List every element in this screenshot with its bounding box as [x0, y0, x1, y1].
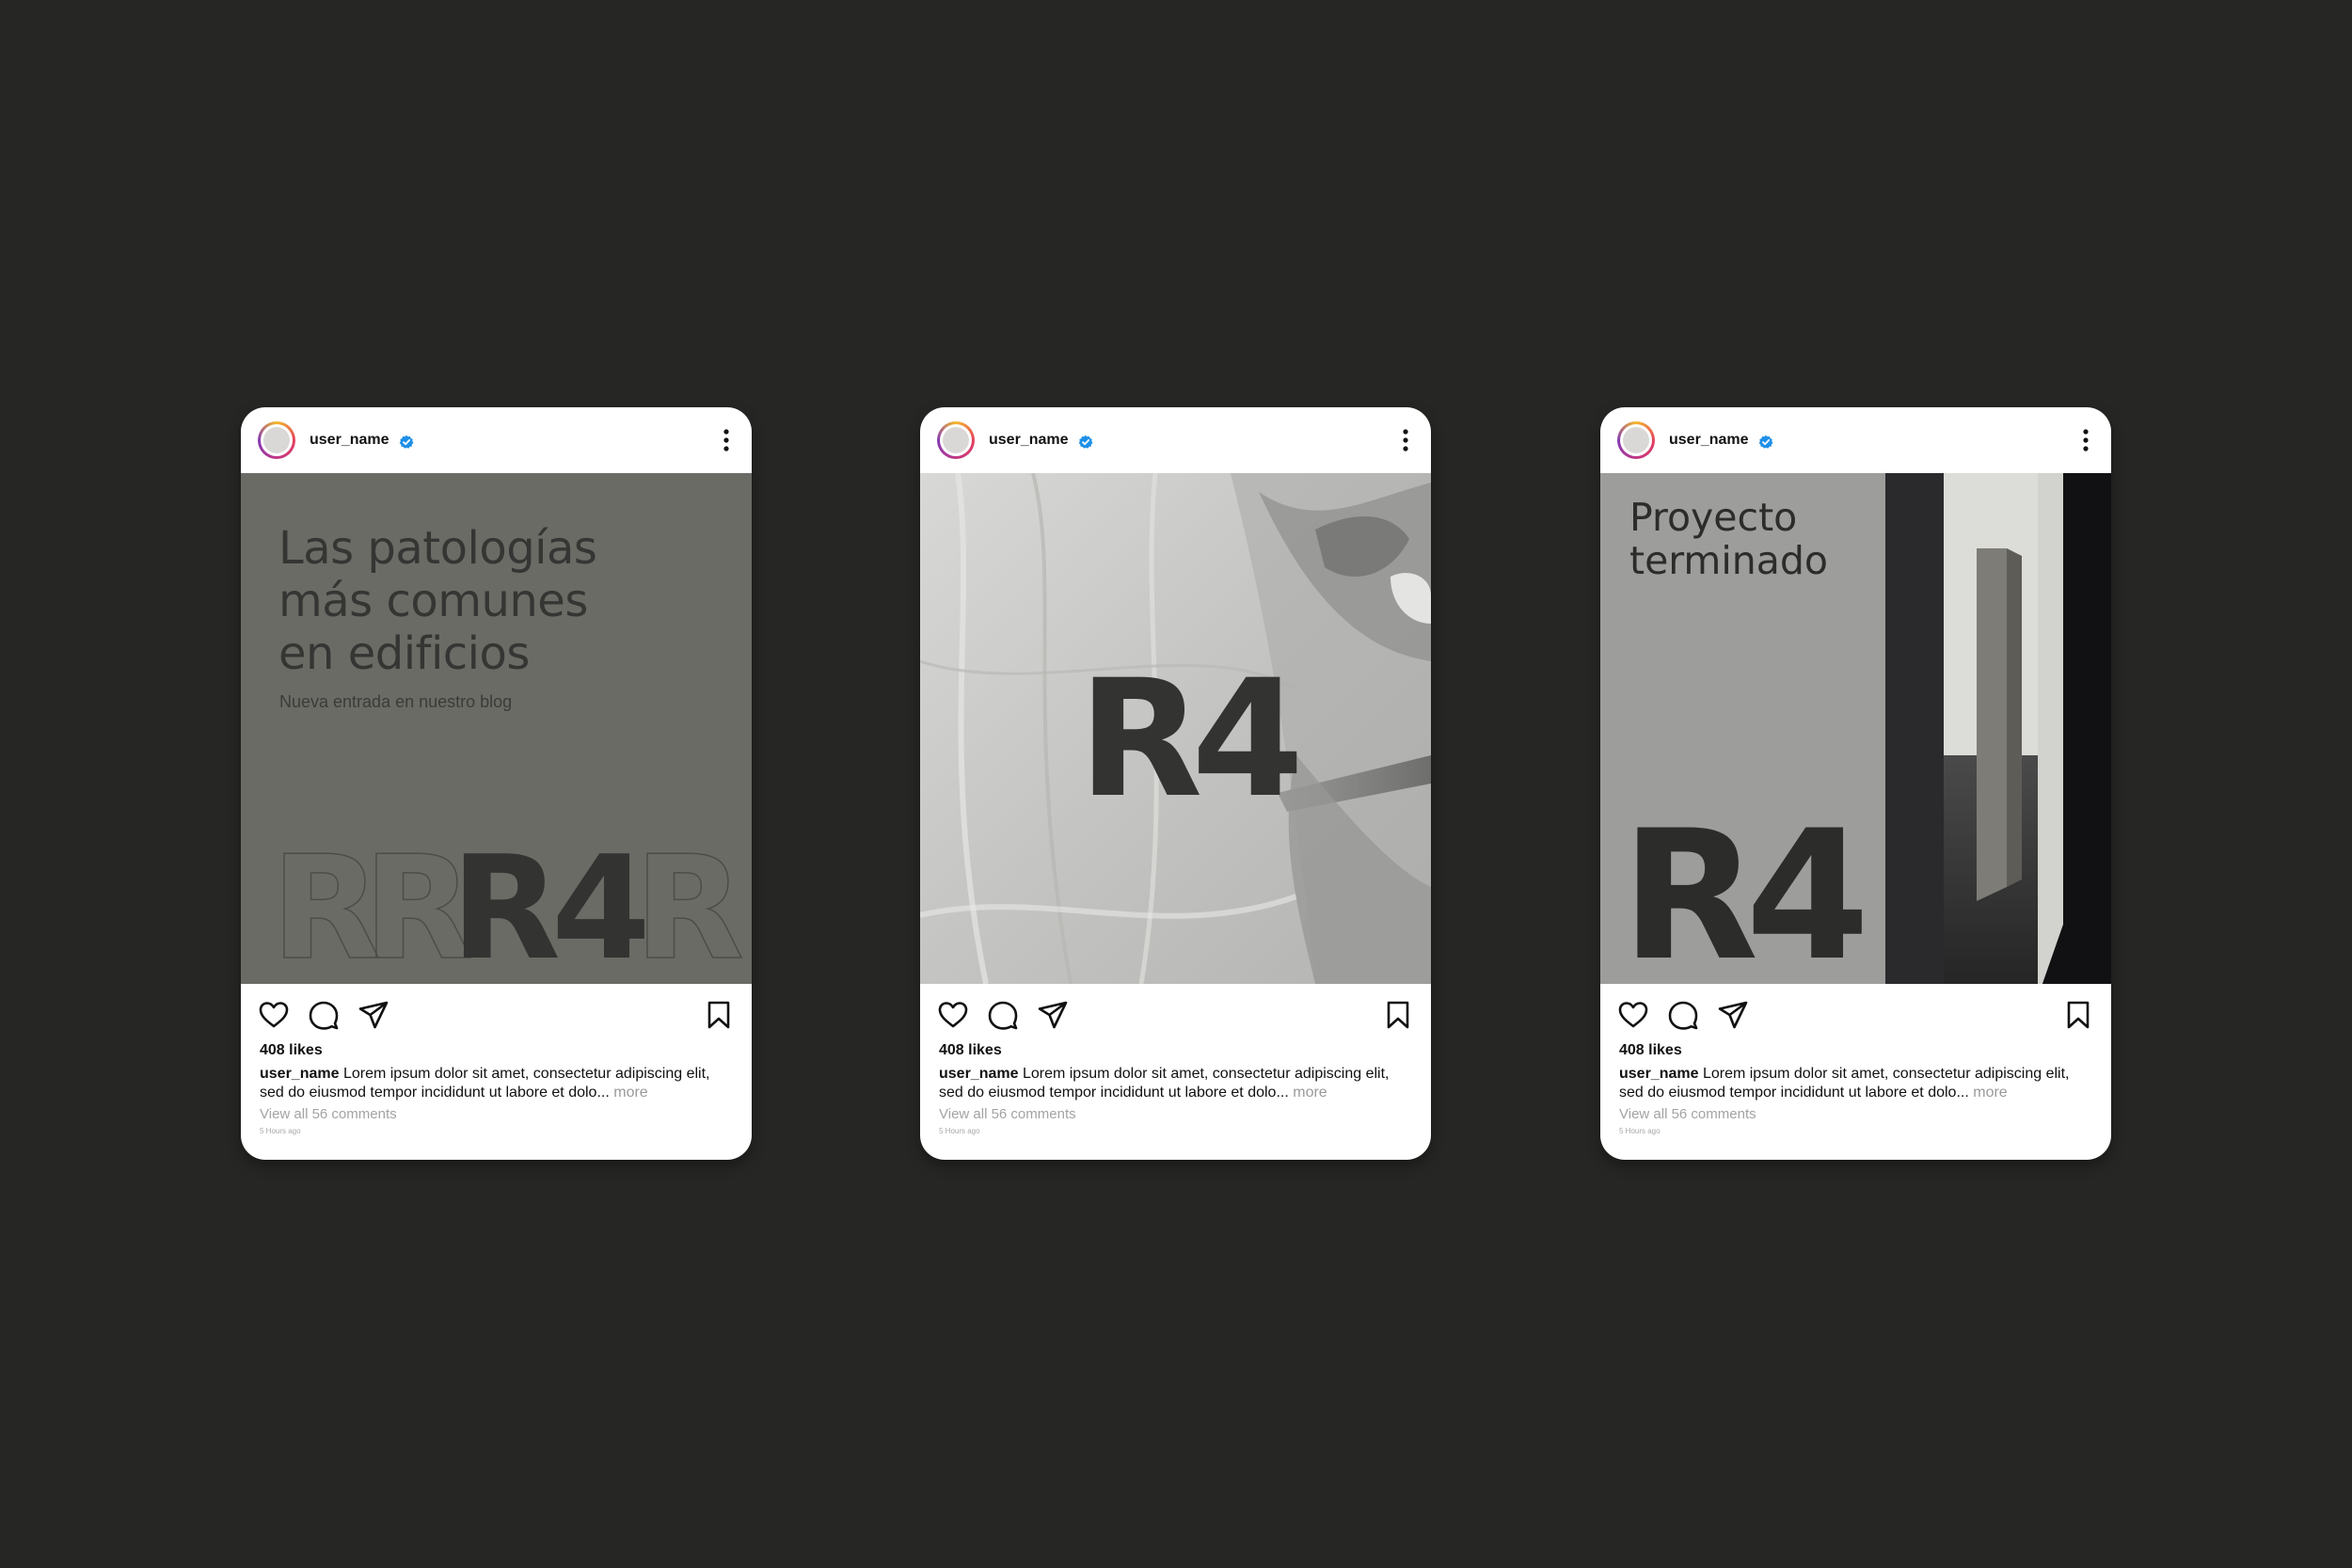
post-actions — [1600, 984, 2111, 1040]
interior-photo: R4 — [1621, 473, 2111, 984]
svg-text:R: R — [634, 825, 741, 984]
post-caption: user_name Lorem ipsum dolor sit amet, co… — [260, 1065, 735, 1102]
share-icon[interactable] — [358, 999, 389, 1031]
post-username[interactable]: user_name — [1669, 432, 1749, 449]
caption-username[interactable]: user_name — [939, 1066, 1019, 1082]
caption-username[interactable]: user_name — [260, 1066, 340, 1082]
comment-icon[interactable] — [987, 999, 1019, 1031]
post-username[interactable]: user_name — [989, 432, 1069, 449]
comment-icon[interactable] — [308, 999, 340, 1031]
verified-badge-icon — [1078, 435, 1093, 449]
r4-logo: R4 — [451, 825, 644, 984]
plaster-texture-photo: R4 — [920, 473, 1431, 984]
post-actions — [241, 984, 752, 1040]
bookmark-icon[interactable] — [703, 999, 735, 1031]
avatar[interactable] — [258, 421, 295, 459]
likes-count: 408 likes — [939, 1042, 1002, 1058]
likes-count: 408 likes — [260, 1042, 323, 1058]
share-icon[interactable] — [1037, 999, 1069, 1031]
instagram-post-card: user_name Proyecto terminado R4 408 like… — [1600, 407, 2111, 1160]
post-timestamp: 5 Hours ago — [939, 1127, 980, 1135]
post-actions — [920, 984, 1431, 1040]
bookmark-icon[interactable] — [2062, 999, 2094, 1031]
comment-icon[interactable] — [1667, 999, 1699, 1031]
post-timestamp: 5 Hours ago — [260, 1127, 301, 1135]
avatar[interactable] — [1617, 421, 1655, 459]
verified-badge-icon — [1758, 435, 1773, 449]
bookmark-icon[interactable] — [1382, 999, 1414, 1031]
view-comments-link[interactable]: View all 56 comments — [939, 1106, 1076, 1122]
instagram-post-card: user_name Las patologías más comunes en … — [241, 407, 752, 1160]
more-options-icon[interactable] — [723, 428, 729, 452]
more-link[interactable]: more — [613, 1085, 647, 1101]
share-icon[interactable] — [1717, 999, 1749, 1031]
more-link[interactable]: more — [1293, 1085, 1327, 1101]
more-link[interactable]: more — [1973, 1085, 2007, 1101]
heart-icon[interactable] — [937, 999, 969, 1031]
verified-badge-icon — [399, 435, 414, 449]
r4-logo: R4 — [1621, 792, 1862, 984]
post-header: user_name — [241, 407, 752, 473]
more-options-icon[interactable] — [1403, 428, 1408, 452]
svg-text:R: R — [271, 825, 378, 984]
post-username[interactable]: user_name — [310, 432, 389, 449]
post-caption: user_name Lorem ipsum dolor sit amet, co… — [1619, 1065, 2094, 1102]
heart-icon[interactable] — [258, 999, 290, 1031]
r4-logo-pattern: R R R R4 — [270, 824, 752, 984]
post-header: user_name — [920, 407, 1431, 473]
view-comments-link[interactable]: View all 56 comments — [260, 1106, 397, 1122]
avatar[interactable] — [937, 421, 975, 459]
heart-icon[interactable] — [1617, 999, 1649, 1031]
post-timestamp: 5 Hours ago — [1619, 1127, 1661, 1135]
caption-username[interactable]: user_name — [1619, 1066, 1699, 1082]
likes-count: 408 likes — [1619, 1042, 1682, 1058]
post-image[interactable]: R4 — [920, 473, 1431, 984]
post-image[interactable]: Proyecto terminado R4 — [1600, 473, 2111, 984]
r4-logo: R4 — [1078, 644, 1296, 833]
view-comments-link[interactable]: View all 56 comments — [1619, 1106, 1756, 1122]
post-caption: user_name Lorem ipsum dolor sit amet, co… — [939, 1065, 1414, 1102]
post-image[interactable]: Las patologías más comunes en edificios … — [241, 473, 752, 984]
post-header: user_name — [1600, 407, 2111, 473]
more-options-icon[interactable] — [2083, 428, 2089, 452]
instagram-post-card: user_name R4 408 likes user_name Lorem i… — [920, 407, 1431, 1160]
